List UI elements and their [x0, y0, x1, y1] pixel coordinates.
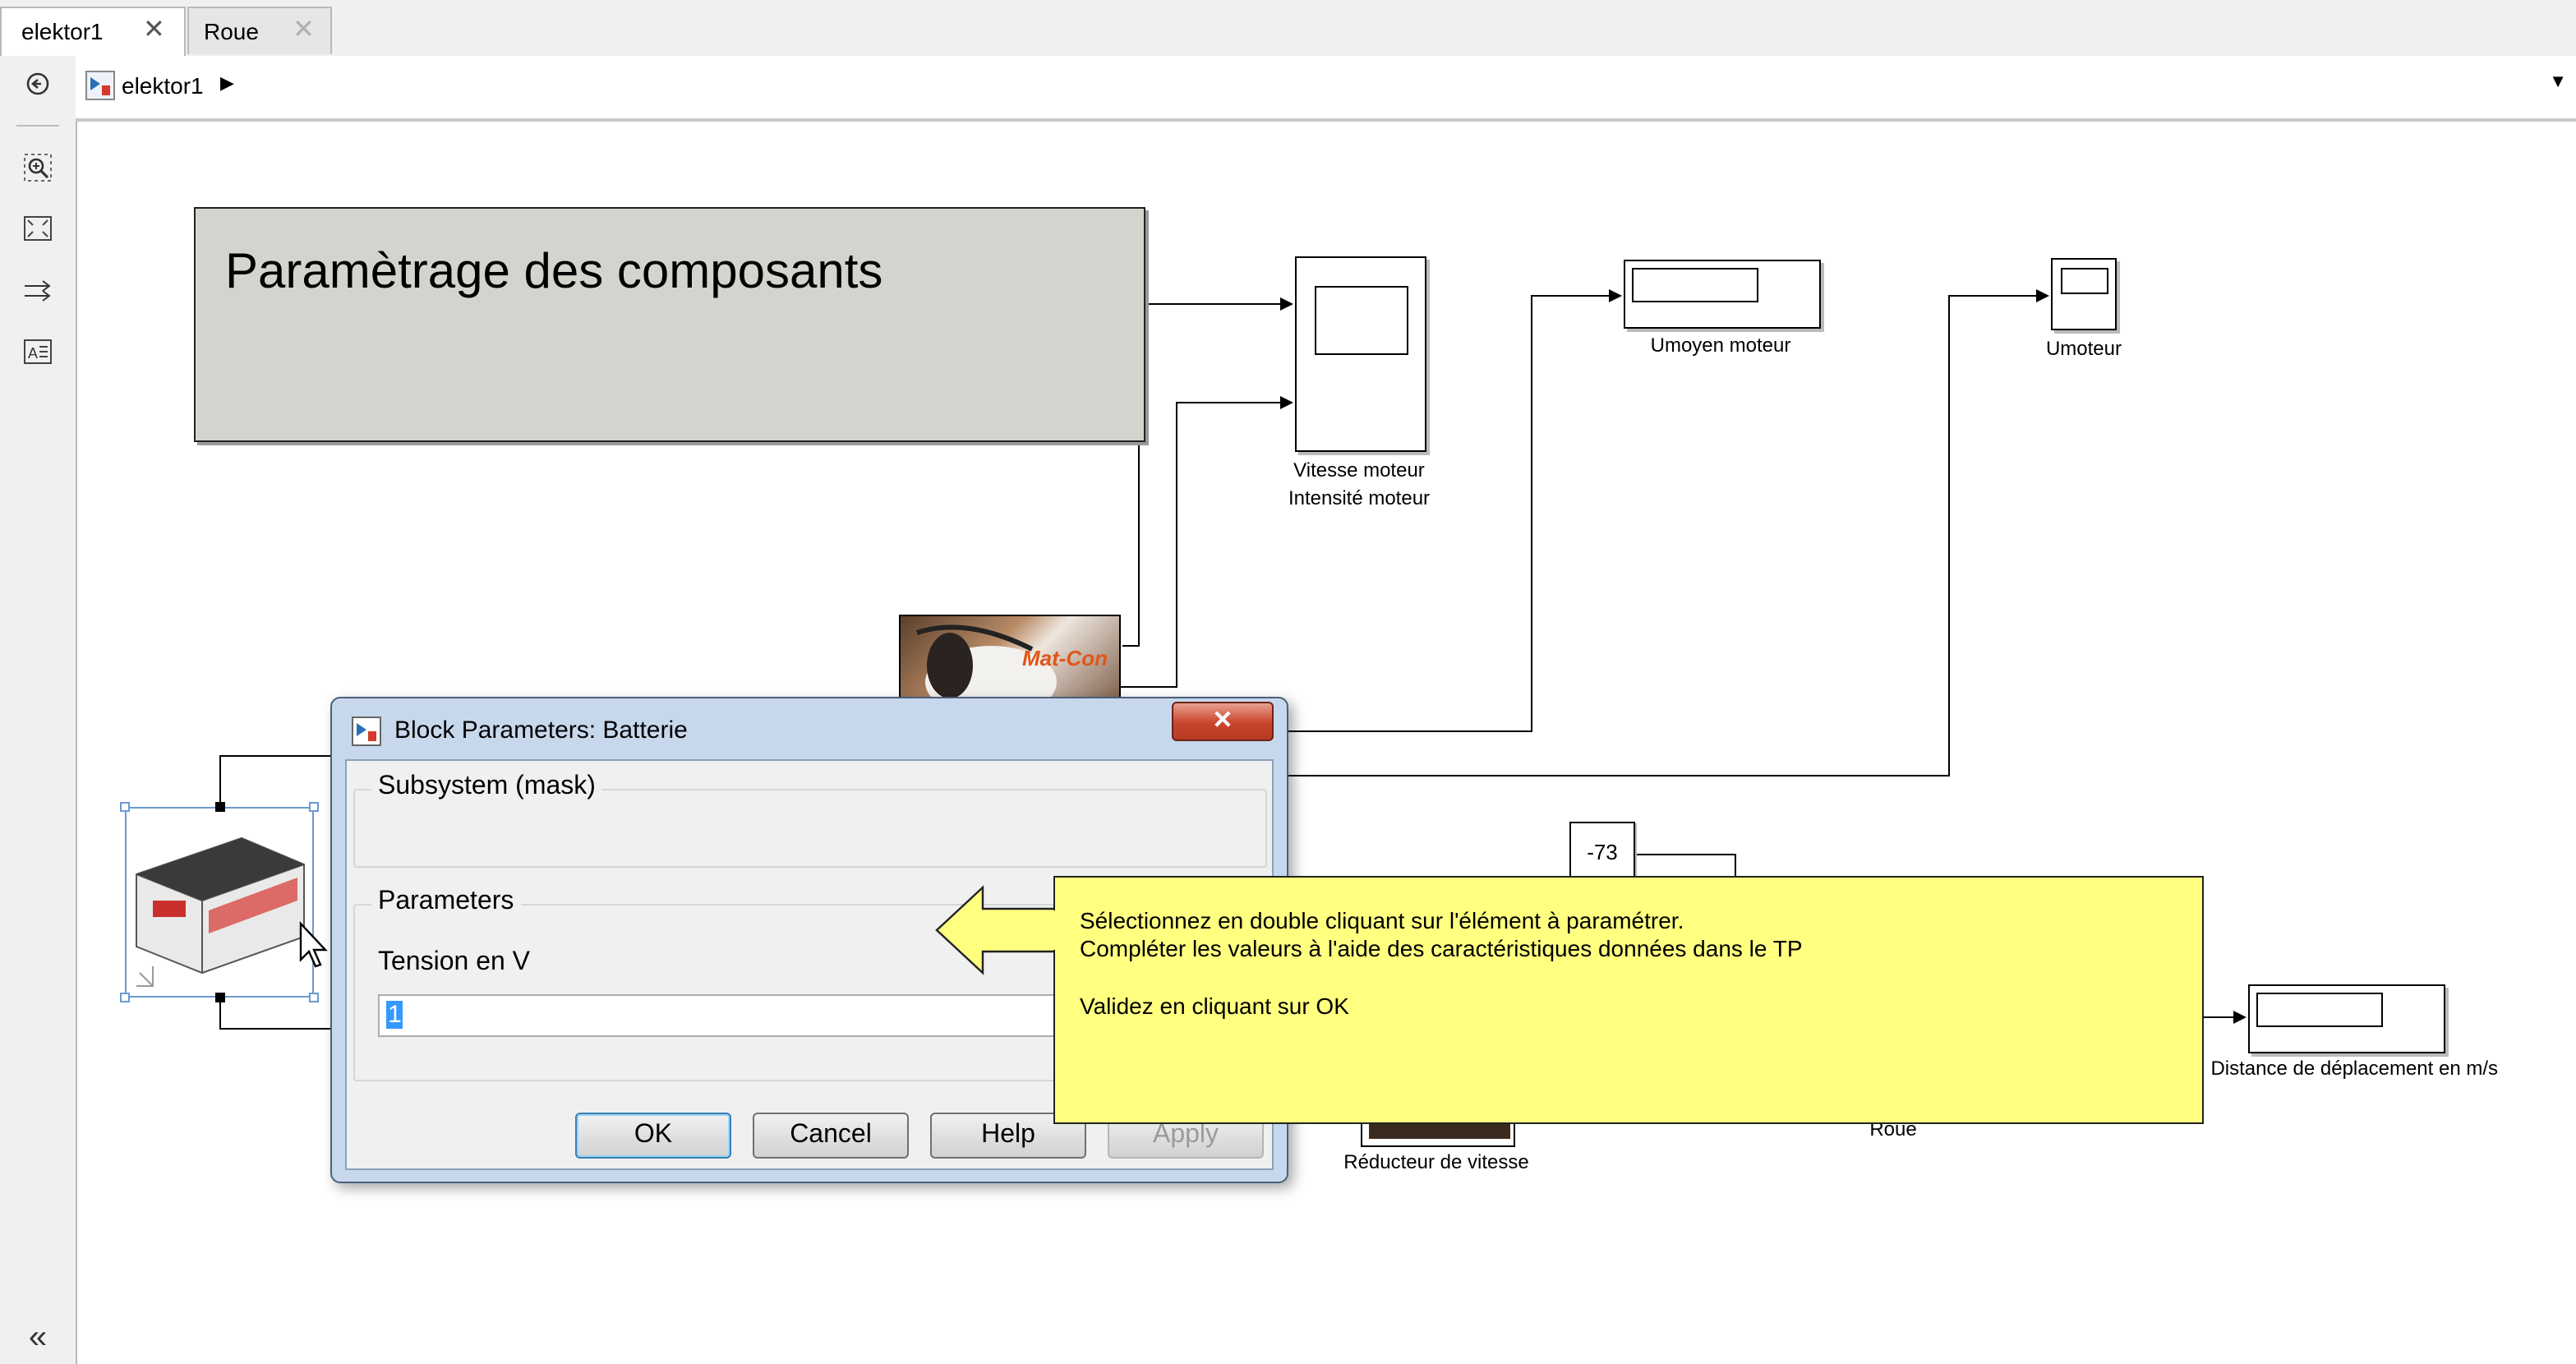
display-screen [1632, 268, 1758, 302]
scope-label-1: Vitesse moteur [1293, 459, 1425, 482]
battery-port-bottom [215, 993, 225, 1002]
annotation-title: Paramètrage des composants [225, 245, 883, 299]
callout-line-1: Sélectionnez en double cliquant sur l'él… [1080, 907, 1684, 933]
reducteur-label: Réducteur de vitesse [1343, 1150, 1529, 1173]
distance-label: Distance de déplacement en m/s [2210, 1057, 2498, 1080]
simulink-window: elektor1 ✕ Roue ✕ A « elektor1 ▶ ▼ Param… [0, 0, 2576, 1364]
signal-line [1122, 444, 1140, 647]
cancel-button[interactable]: Cancel [753, 1113, 909, 1159]
scope-block-umoteur[interactable] [2051, 258, 2117, 330]
ok-button[interactable]: OK [575, 1113, 731, 1159]
close-button[interactable]: ✕ [1172, 702, 1274, 741]
reducteur-image [1369, 1124, 1510, 1139]
motor-image: Mat-Con [916, 624, 1108, 708]
motor-logo: Mat-Con [1022, 646, 1108, 670]
callout-line-2: Compléter les valeurs à l'aide des carac… [1080, 935, 1803, 961]
battery-block[interactable] [120, 802, 319, 1002]
reducteur-block[interactable] [1361, 1124, 1515, 1147]
display-screen [2256, 993, 2383, 1027]
scope-screen [1315, 286, 1408, 355]
tension-label: Tension en V [378, 948, 531, 976]
scope-label-2: Intensité moteur [1288, 486, 1431, 509]
callout-arrow-icon [935, 885, 1058, 975]
umoyen-label: Umoyen moteur [1650, 334, 1791, 357]
mask-group: Subsystem (mask) [353, 772, 1267, 868]
scope-block[interactable] [1295, 256, 1426, 452]
display-block-distance[interactable] [2248, 984, 2445, 1053]
signal-line [1119, 396, 1293, 688]
display-block-umoyen[interactable] [1624, 260, 1821, 329]
instruction-callout: Sélectionnez en double cliquant sur l'él… [1053, 876, 2204, 1124]
callout-arrow-join [1045, 910, 1058, 950]
dialog-title: Block Parameters: Batterie [394, 717, 688, 744]
callout-line-3: Validez en cliquant sur OK [1080, 993, 1349, 1019]
battery-port-top [215, 802, 225, 812]
signal-line [219, 755, 332, 804]
dialog-app-icon [352, 717, 381, 746]
constant-value: -73 [1587, 840, 1618, 864]
signal-line [219, 1001, 332, 1030]
parameters-group-label: Parameters [371, 887, 521, 917]
mouse-cursor-icon [299, 920, 328, 968]
distance-label-clip: Distance de déplacement en m/s [2204, 1057, 2576, 1086]
signal-line [1635, 854, 1736, 876]
umoteur-label: Umoteur [2045, 337, 2122, 360]
motor-image-block[interactable]: Mat-Con [899, 615, 1121, 710]
scope-screen [2061, 268, 2108, 294]
tension-input-value: 1 [386, 1001, 403, 1029]
annotation-box[interactable]: Paramètrage des composants [194, 207, 1145, 442]
constant-block[interactable]: -73 [1569, 822, 1635, 881]
mask-group-label: Subsystem (mask) [371, 772, 602, 802]
battery-image [136, 836, 305, 987]
